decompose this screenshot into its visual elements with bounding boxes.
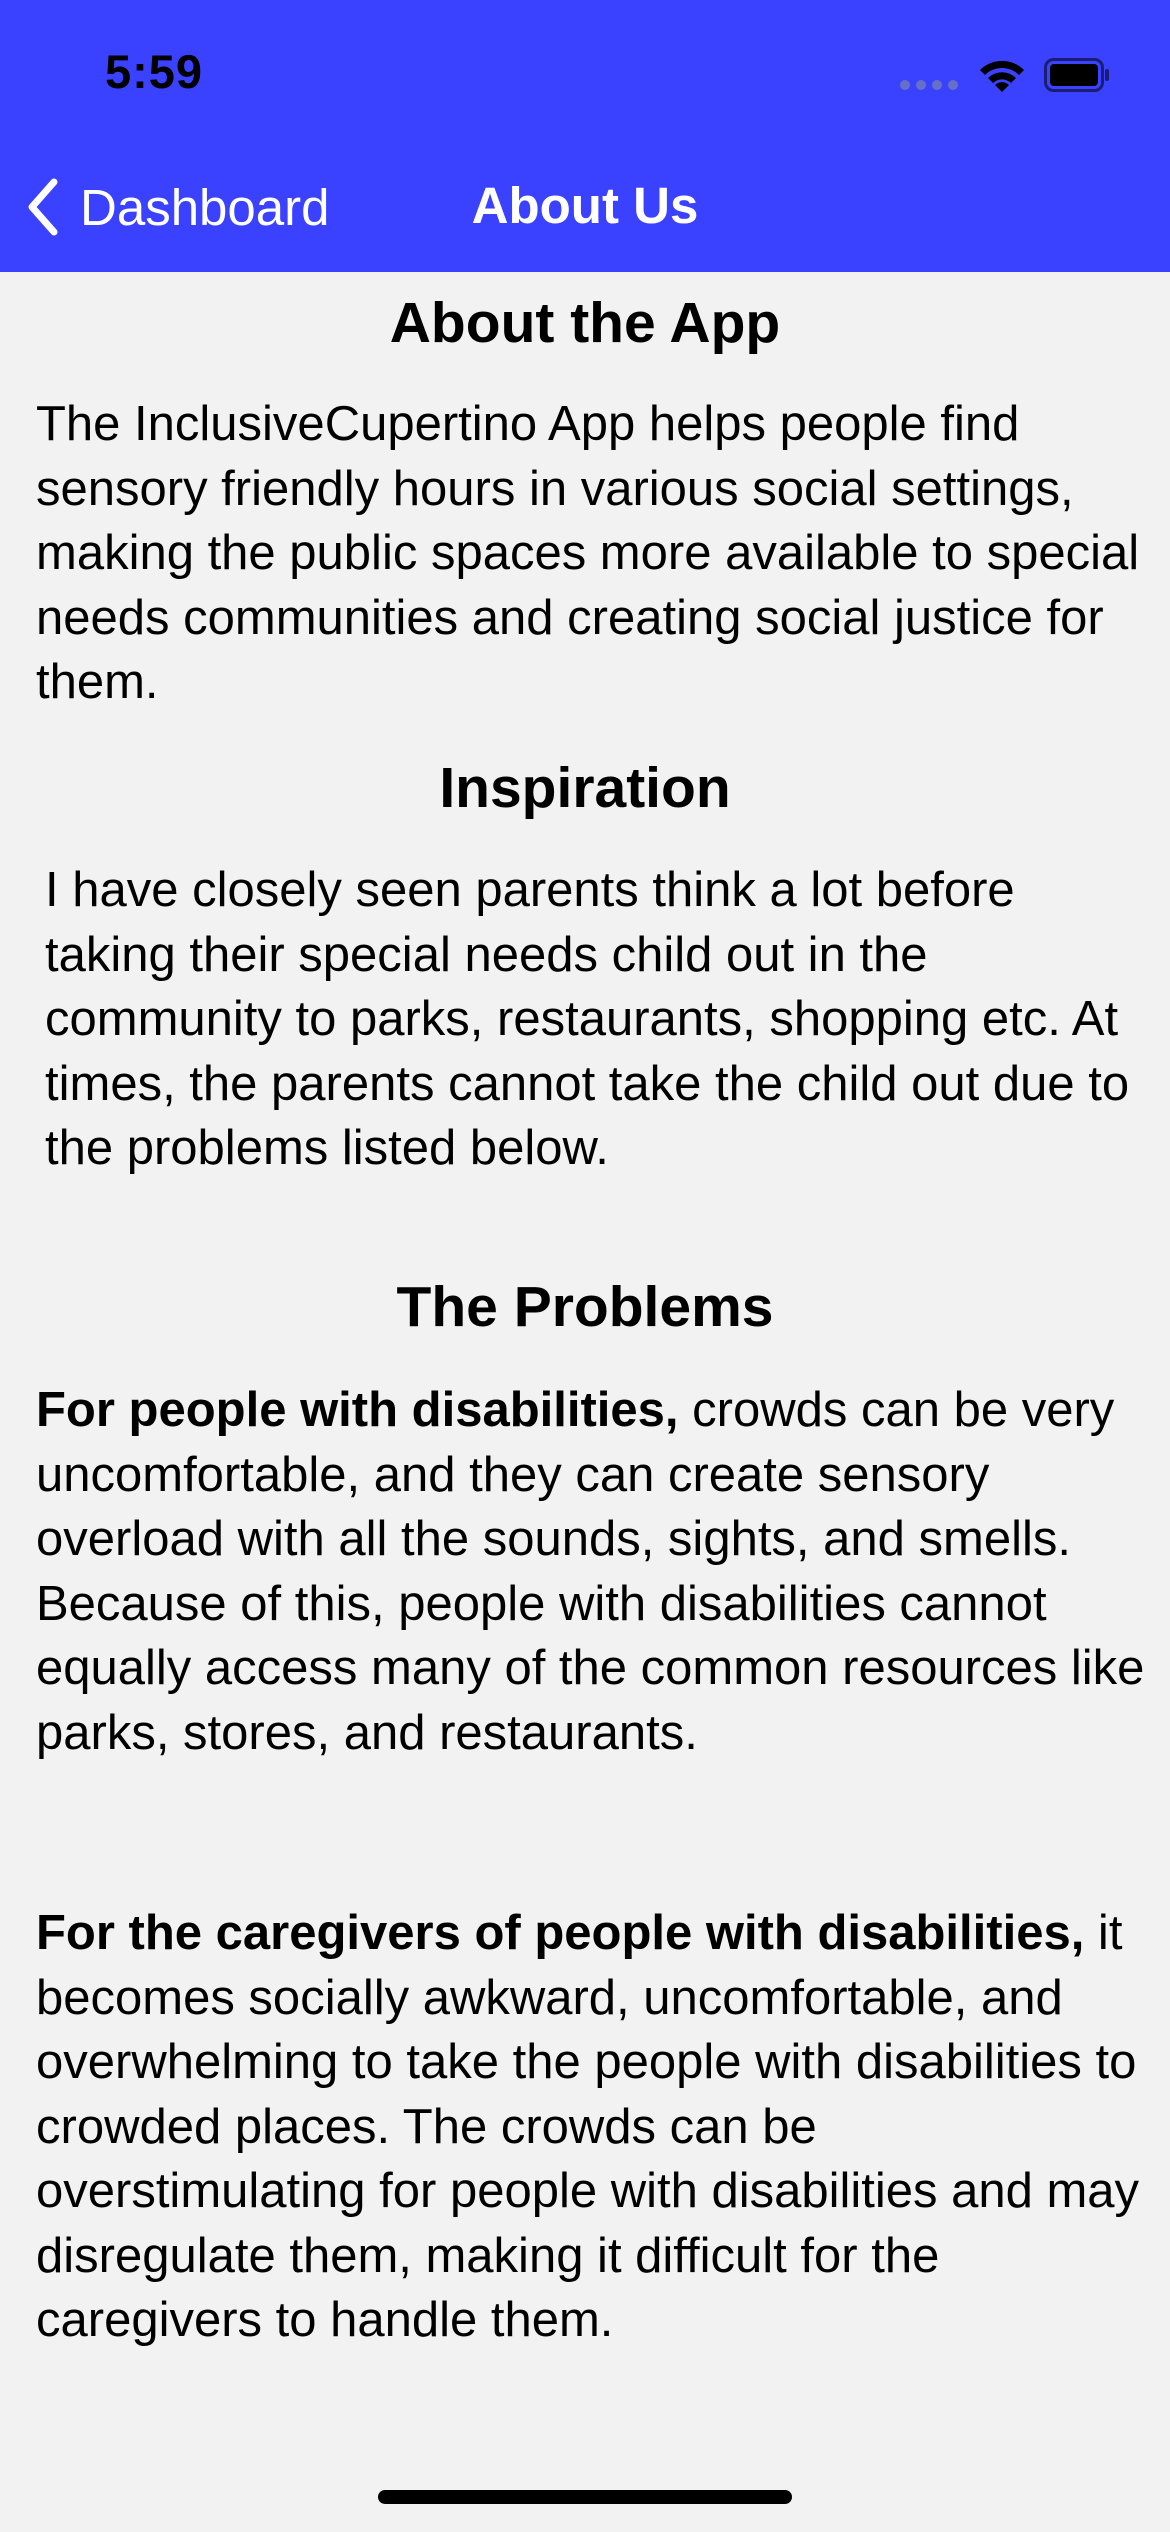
signal-icon [900, 80, 960, 90]
problem-paragraph: For the caregivers of people with disabi… [36, 1901, 1146, 2353]
back-button[interactable]: Dashboard [24, 172, 330, 242]
home-indicator[interactable] [378, 2490, 792, 2504]
wifi-icon [980, 60, 1024, 92]
problems-heading: The Problems [396, 1275, 774, 1339]
navigation-header: 5:59 About Us Dashboard [0, 0, 1170, 272]
about-body: The InclusiveCupertino App helps people … [36, 397, 1140, 709]
back-button-label: Dashboard [80, 178, 330, 236]
about-us-screen: 5:59 About Us Dashboard About the App Th… [0, 0, 1170, 2532]
chevron-left-icon [28, 178, 58, 236]
status-time: 5:59 [105, 45, 204, 98]
about-heading: About the App [389, 291, 781, 355]
inspiration-body: I have closely seen parents think a lot … [45, 863, 1130, 1175]
problem-text: crowds can be very uncomfortable, and th… [36, 1383, 1145, 1760]
problem-lead: For people with disabilities, [36, 1383, 679, 1437]
inspiration-heading: Inspiration [439, 756, 731, 820]
problem-lead: For the caregivers of people with disabi… [36, 1906, 1085, 1960]
status-icons [900, 54, 1110, 94]
problem-paragraph: For people with disabilities, crowds can… [36, 1378, 1146, 1765]
battery-icon [1044, 58, 1109, 92]
problem-text: it becomes socially awkward, uncomfortab… [36, 1906, 1140, 2347]
